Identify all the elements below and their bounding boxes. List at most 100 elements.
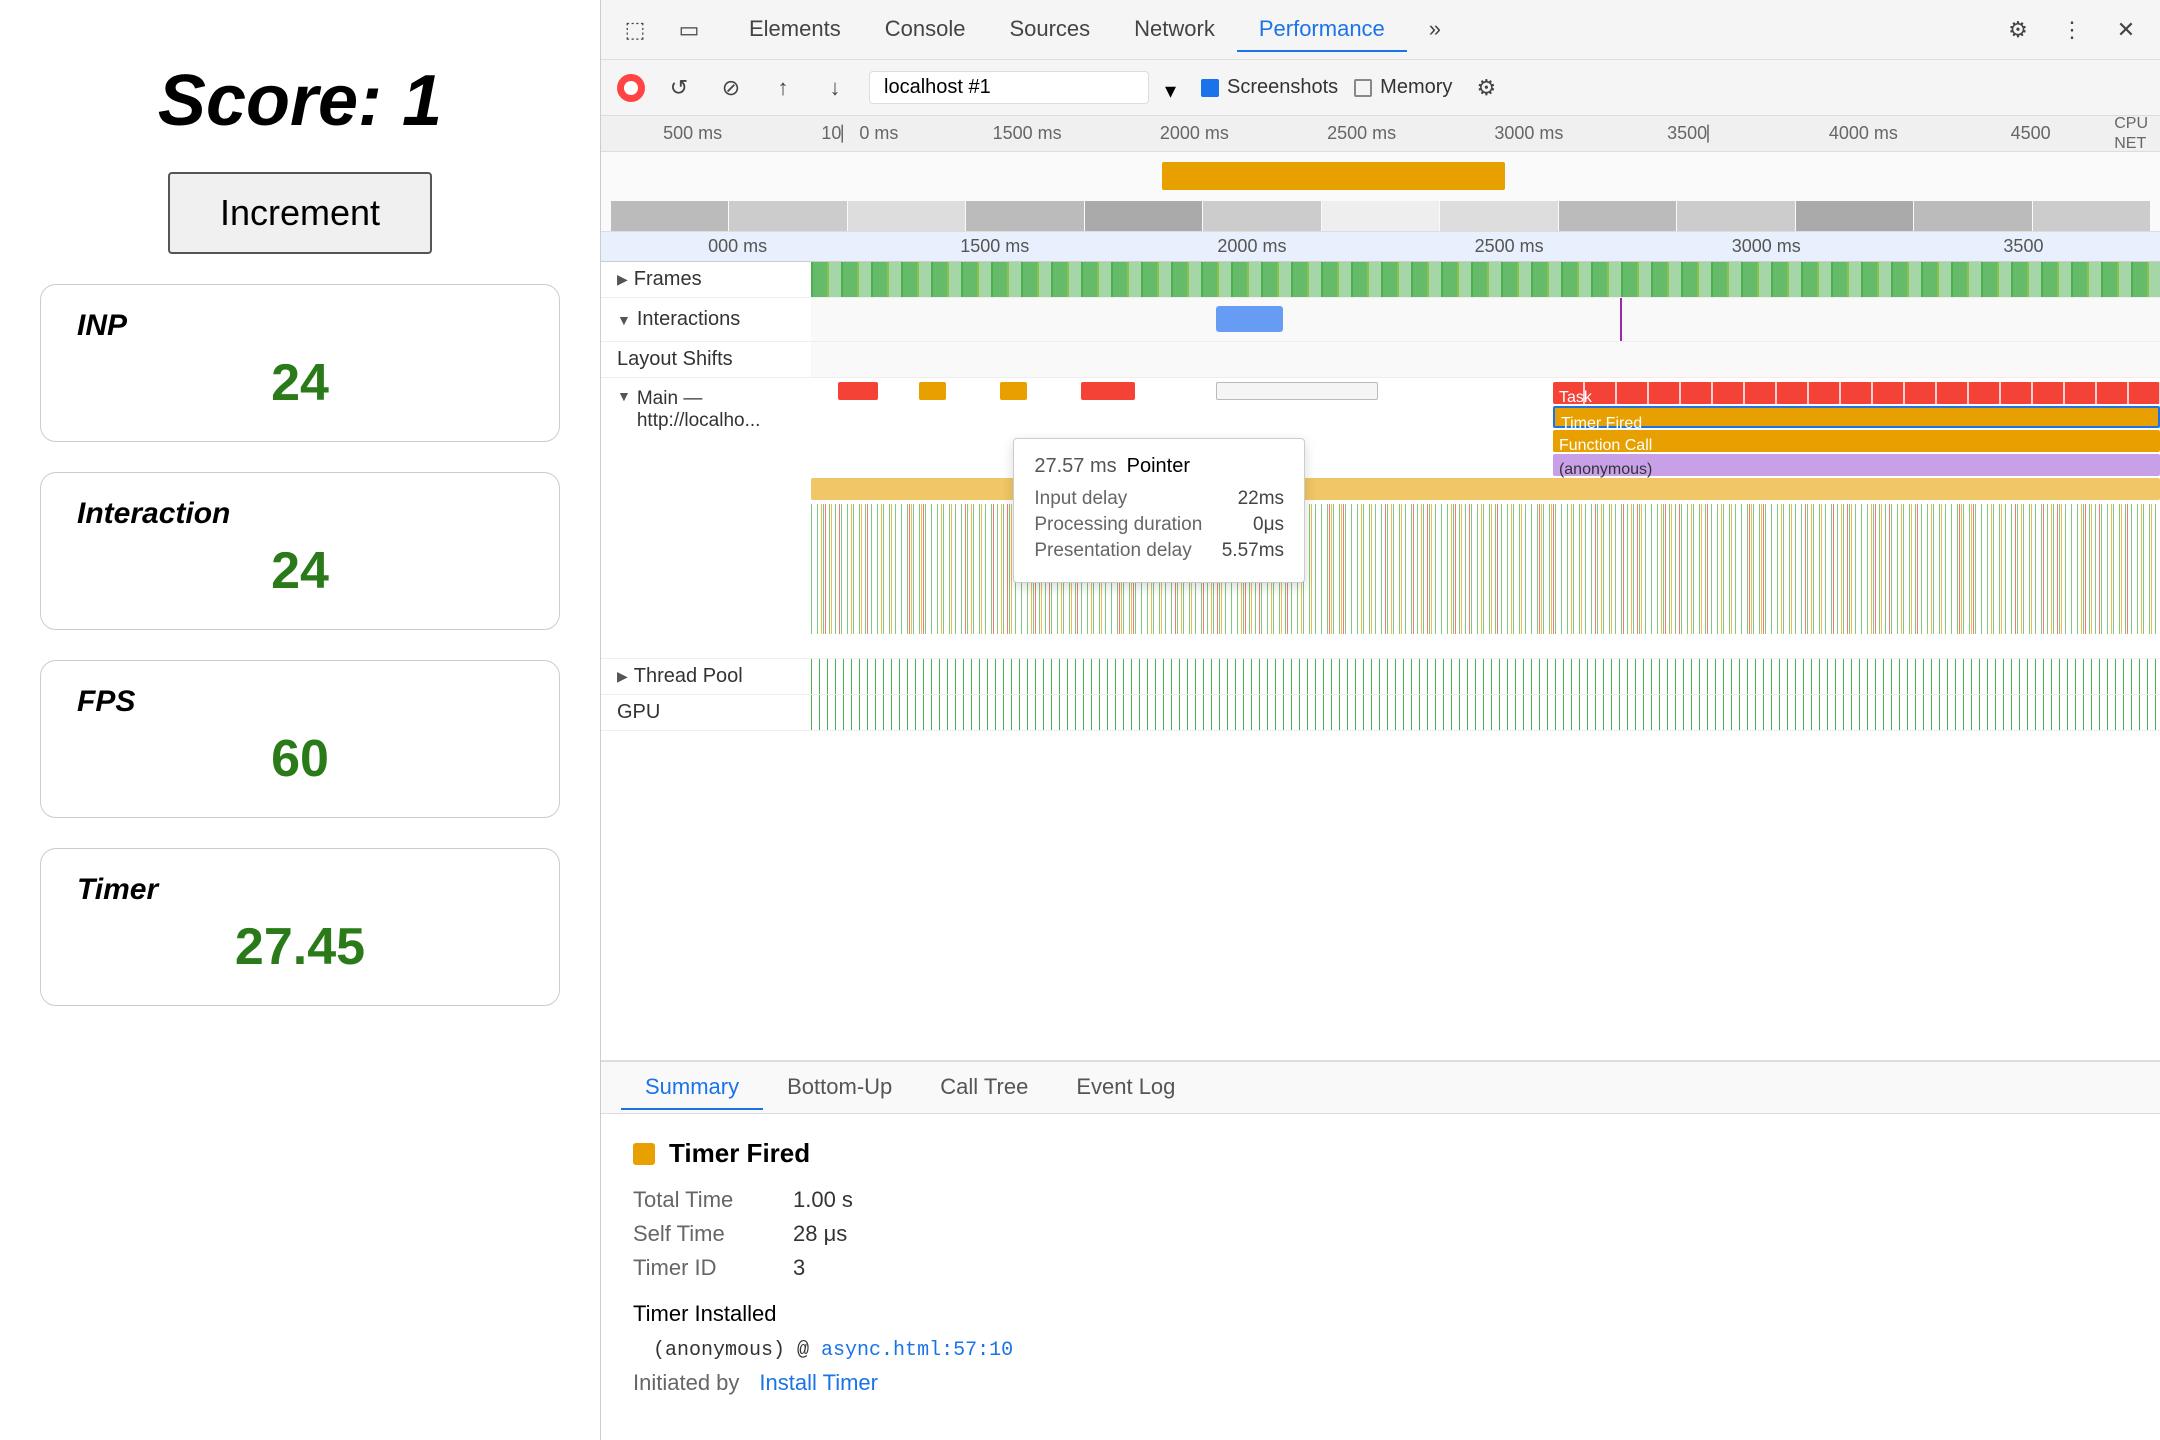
ruler-mark-7: 4000 ms [1780,123,1947,144]
main-thread-label: ▼ Main — http://localho... [601,378,811,658]
tab-elements[interactable]: Elements [727,8,863,52]
task-main-bar[interactable]: Task [1553,382,2160,404]
device-icon[interactable]: ▭ [671,12,707,48]
close-icon[interactable]: ✕ [2108,12,2144,48]
settings-icon[interactable]: ⚙ [2000,12,2036,48]
interaction-bar-1[interactable] [1216,306,1283,332]
tab-sources[interactable]: Sources [987,8,1112,52]
task-bar-rect[interactable] [1216,382,1378,400]
anonymous-bar[interactable]: (anonymous) [1553,454,2160,476]
main-triangle[interactable]: ▼ [617,388,631,404]
devtools-toolbar: ⬚ ▭ Elements Console Sources Network Per… [601,0,2160,60]
left-panel: Score: 1 Increment INP 24 Interaction 24… [0,0,600,1440]
task-label: Task [1553,387,1598,408]
clear-icon[interactable]: ⊘ [713,70,749,106]
gpu-track[interactable]: GPU [601,695,2160,731]
ruler-mark-0: 500 ms [609,123,776,144]
score-value: 1 [402,61,442,141]
code-link[interactable]: async.html:57:10 [821,1339,1013,1362]
frames-content[interactable] [811,262,2160,297]
tab-network[interactable]: Network [1112,8,1237,52]
inp-card: INP 24 [40,284,560,442]
task-bar-4[interactable] [1081,382,1135,400]
main-thread-content[interactable]: Task Timer Fired Function Call (anonymou… [811,378,2160,658]
ruler-mark-2: 1500 ms [944,123,1111,144]
tooltip-title: 27.57 ms Pointer [1034,455,1284,478]
flame-chart-overview[interactable] [601,152,2160,232]
timer-value: 27.45 [77,917,523,977]
interactions-track[interactable]: ▼ Interactions [601,298,2160,342]
thread-pool-label: ▶ Thread Pool [601,665,811,688]
screenshots-toggle[interactable]: Screenshots [1201,76,1338,99]
tab-call-tree[interactable]: Call Tree [916,1066,1052,1110]
frames-track[interactable]: ▶ Frames [601,262,2160,298]
total-time-row: Total Time 1.00 s [633,1187,2128,1213]
timeline-content: 000 ms 1500 ms 2000 ms 2500 ms 3000 ms 3… [601,232,2160,1060]
cpu-activity-bar [1162,162,1505,190]
interactions-triangle[interactable]: ▼ [617,312,631,328]
ruler-mark-5: 3000 ms [1445,123,1612,144]
initiated-by-row: Initiated by Install Timer [633,1370,2128,1396]
inspect-icon[interactable]: ⬚ [617,12,653,48]
layout-shifts-content[interactable] [811,342,2160,377]
url-dropdown-icon[interactable]: ▾ [1165,78,1185,98]
gpu-label-text: GPU [617,701,660,724]
ruler-mark-4: 2500 ms [1278,123,1445,144]
tooltip-processing: Processing duration 0μs [1034,514,1284,536]
more-icon[interactable]: ⋮ [2054,12,2090,48]
tab-console[interactable]: Console [863,8,988,52]
interactions-content[interactable] [811,298,2160,341]
screenshots-checkbox[interactable] [1201,79,1219,97]
s-ruler-1: 1500 ms [866,236,1123,257]
thread-pool-content[interactable] [811,659,2160,694]
net-label: NET [2114,135,2148,153]
task-bar-2[interactable] [919,382,946,400]
interaction-card: Interaction 24 [40,472,560,630]
bottom-tabs: Summary Bottom-Up Call Tree Event Log [601,1062,2160,1114]
timer-fired-bar[interactable]: Timer Fired [1553,406,2160,428]
tab-more[interactable]: » [1407,8,1463,52]
reload-record-icon[interactable]: ↺ [661,70,697,106]
frames-triangle[interactable]: ▶ [617,271,628,288]
tab-summary[interactable]: Summary [621,1066,763,1110]
fps-label: FPS [77,685,523,719]
record-button[interactable] [617,74,645,102]
url-selector[interactable]: localhost #1 [869,71,1149,104]
record-toolbar: ↺ ⊘ ↑ ↓ localhost #1 ▾ Screenshots Memor… [601,60,2160,116]
function-call-bar[interactable]: Function Call [1553,430,2160,452]
tab-event-log[interactable]: Event Log [1052,1066,1199,1110]
tab-bottom-up[interactable]: Bottom-Up [763,1066,916,1110]
interactions-label: ▼ Interactions [601,308,811,331]
bottom-panel: Summary Bottom-Up Call Tree Event Log Ti… [601,1060,2160,1440]
self-time-value: 28 μs [793,1221,847,1247]
memory-checkbox[interactable] [1354,79,1372,97]
task-bar-3[interactable] [1000,382,1027,400]
upload-icon[interactable]: ↑ [765,70,801,106]
timeline-ruler-top: 500 ms 10⎸0 ms 1500 ms 2000 ms 2500 ms 3… [601,116,2160,152]
s-ruler-5: 3500 [1895,236,2152,257]
timer-label: Timer [77,873,523,907]
function-call-label: Function Call [1553,435,1658,456]
tooltip-input-delay: Input delay 22ms [1034,488,1284,510]
increment-button[interactable]: Increment [168,172,432,254]
memory-toggle[interactable]: Memory [1354,76,1452,99]
interactions-label-text: Interactions [637,308,740,331]
timer-card: Timer 27.45 [40,848,560,1006]
tooltip-ms: 27.57 ms [1034,455,1116,478]
install-timer-link[interactable]: Install Timer [759,1370,878,1396]
capture-settings-icon[interactable]: ⚙ [1468,70,1504,106]
fps-value: 60 [77,729,523,789]
thread-pool-track[interactable]: ▶ Thread Pool [601,659,2160,695]
download-icon[interactable]: ↓ [817,70,853,106]
thread-pool-triangle[interactable]: ▶ [617,668,628,685]
tab-performance[interactable]: Performance [1237,8,1407,52]
task-bar-1[interactable] [838,382,878,400]
self-time-row: Self Time 28 μs [633,1221,2128,1247]
score-display: Score: 1 [158,60,442,142]
tooltip-input-delay-value: 22ms [1238,488,1284,510]
gpu-content[interactable] [811,695,2160,730]
tooltip-presentation: Presentation delay 5.57ms [1034,540,1284,562]
summary-title: Timer Fired [633,1138,2128,1169]
layout-shifts-track[interactable]: Layout Shifts [601,342,2160,378]
total-time-label: Total Time [633,1187,763,1213]
